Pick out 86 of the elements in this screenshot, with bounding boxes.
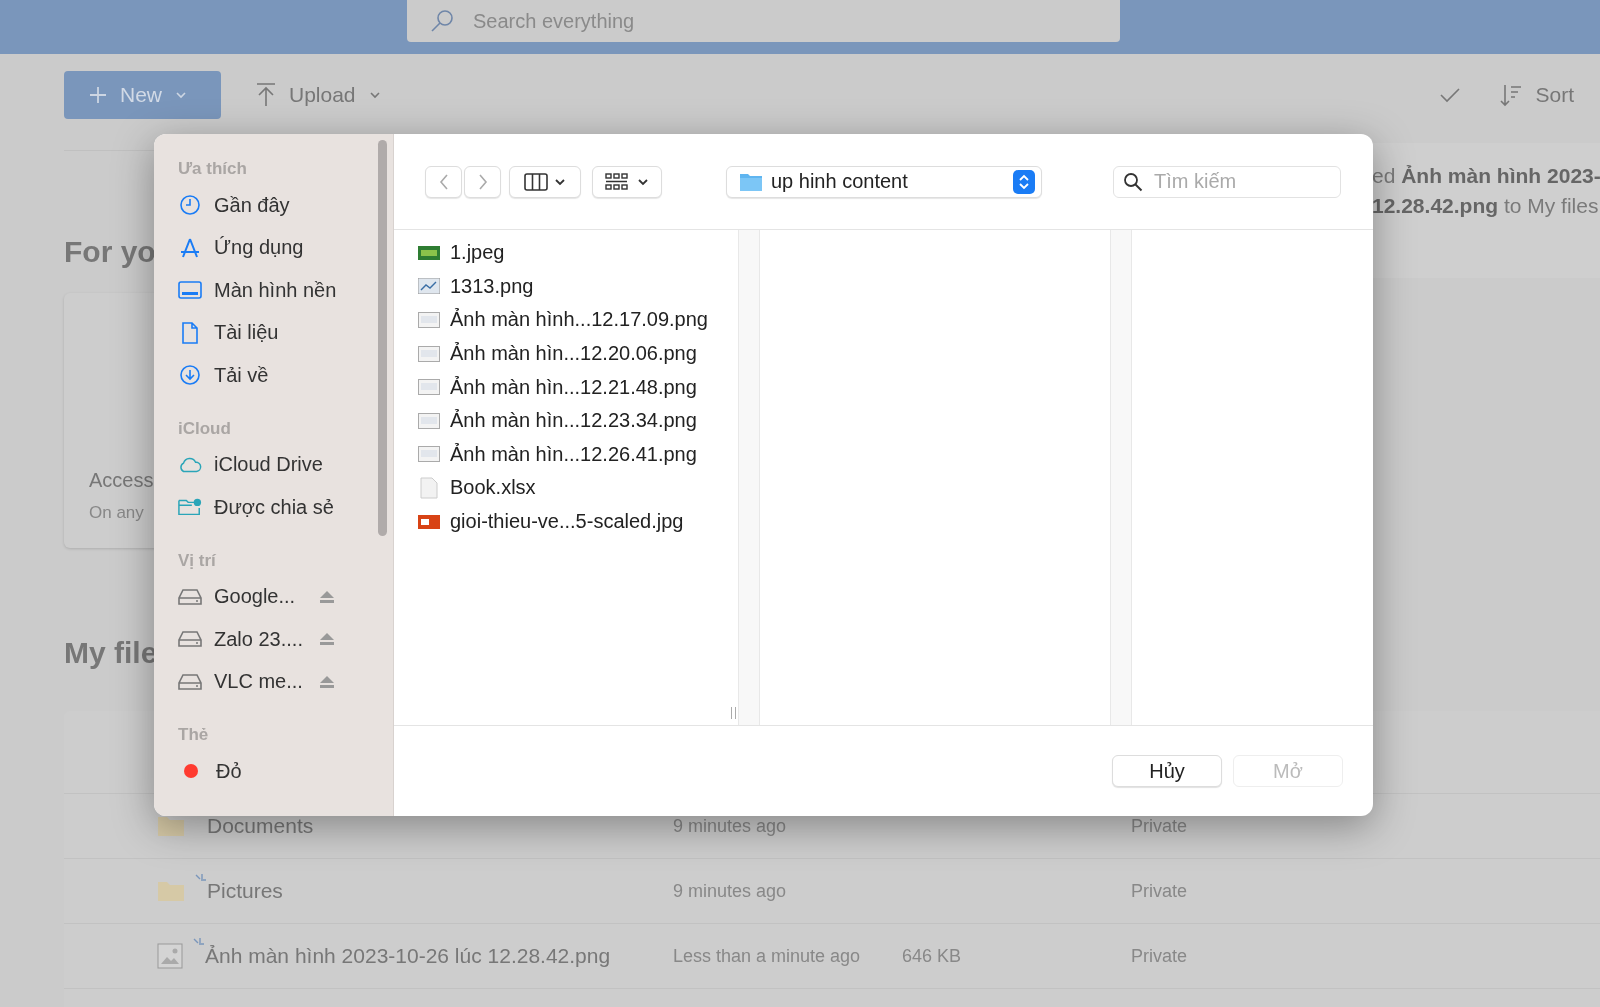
file-size: 646 KB <box>902 945 962 966</box>
document-icon <box>418 476 440 499</box>
sidebar-item[interactable]: Được chia sẻ <box>178 486 393 529</box>
search-field[interactable]: Search everything <box>407 0 1120 42</box>
file-item[interactable]: Book.xlsx <box>418 471 738 505</box>
sidebar-item[interactable]: Ứng dụng <box>178 226 393 269</box>
folder-icon <box>739 171 763 192</box>
scrollbar[interactable] <box>378 140 387 536</box>
clock-icon <box>178 194 202 217</box>
forward-button[interactable] <box>464 165 501 198</box>
screenshot-thumbnail-icon <box>418 446 440 463</box>
card-subtitle: On any <box>89 503 144 523</box>
screenshot-thumbnail-icon <box>418 312 440 328</box>
group-button[interactable] <box>592 165 662 198</box>
sidebar-heading: Thẻ <box>178 724 210 746</box>
file-item[interactable]: Ảnh màn hìn...12.20.06.png <box>418 336 738 371</box>
modified-time: 9 minutes ago <box>673 815 788 837</box>
stepper-icon <box>1013 169 1035 194</box>
slide-thumbnail-icon <box>418 514 440 529</box>
search-field[interactable]: Tìm kiếm <box>1113 165 1341 198</box>
check-icon[interactable] <box>1439 87 1462 103</box>
search-icon <box>1123 171 1143 192</box>
sidebar-heading: Ưa thích <box>178 158 248 180</box>
plus-icon <box>88 85 108 105</box>
file-item[interactable]: 1.jpeg <box>418 236 738 270</box>
desktop-icon <box>178 280 202 301</box>
eject-icon[interactable] <box>319 632 335 647</box>
column-resize-handle[interactable] <box>731 707 736 719</box>
sidebar-item[interactable]: Google... <box>178 575 393 618</box>
view-mode-button[interactable] <box>509 165 581 198</box>
file-item[interactable]: Ảnh màn hìn...12.26.41.png <box>418 437 738 472</box>
screenshot-thumbnail-icon <box>418 379 440 396</box>
columns-icon <box>524 172 548 191</box>
eject-icon[interactable] <box>319 589 335 604</box>
sidebar-item[interactable]: iCloud Drive <box>178 443 393 486</box>
cancel-button[interactable]: Hủy <box>1112 755 1222 787</box>
image-thumbnail-icon <box>418 245 440 260</box>
section-heading: For yo <box>64 235 156 269</box>
drive-icon <box>178 672 202 691</box>
activity-text: 12.28.42.png to My files <box>1371 193 1600 219</box>
column-resize-bar[interactable] <box>1110 230 1132 725</box>
card-title: Access <box>89 469 154 492</box>
folder-icon <box>157 880 185 902</box>
activity-text: ed Ảnh màn hình 2023- <box>1371 163 1600 189</box>
sidebar-item[interactable]: Đỏ <box>178 750 393 793</box>
sidebar-item[interactable]: Gần đây <box>178 184 393 227</box>
cloud-icon <box>178 455 202 474</box>
sharing-status: Private <box>1131 945 1188 967</box>
file-item[interactable]: Ảnh màn hìn...12.21.48.png <box>418 370 738 404</box>
shared-folder-icon <box>178 497 202 518</box>
screenshot-thumbnail-icon <box>418 412 440 429</box>
image-icon <box>157 943 183 969</box>
file-item[interactable]: Ảnh màn hìn...12.23.34.png <box>418 403 738 438</box>
file-item[interactable]: Ảnh màn hình...12.17.09.png <box>418 303 738 337</box>
drive-icon <box>178 630 202 649</box>
sharing-status: Private <box>1131 815 1188 837</box>
chevron-right-icon <box>477 172 488 191</box>
screenshot-thumbnail-icon <box>418 345 440 362</box>
sidebar-item[interactable]: Tài liệu <box>178 311 393 354</box>
sharing-status: Private <box>1131 880 1188 902</box>
back-button[interactable] <box>425 165 462 198</box>
grid-icon <box>605 172 629 191</box>
search-icon <box>429 8 455 34</box>
caret-icon <box>637 176 649 187</box>
sort-icon <box>1499 83 1524 107</box>
sidebar-item[interactable]: Màn hình nền <box>178 269 393 312</box>
file-item[interactable]: gioi-thieu-ve...5-scaled.jpg <box>418 504 738 539</box>
column-resize-bar[interactable] <box>738 230 760 725</box>
caret-icon <box>554 176 566 187</box>
image-thumbnail-icon <box>418 278 440 295</box>
upload-icon <box>255 82 277 108</box>
modified-time: Less than a minute ago <box>673 945 862 967</box>
download-icon <box>178 364 202 387</box>
modified-time: 9 minutes ago <box>673 880 788 902</box>
section-heading: My file <box>64 635 158 671</box>
apps-icon <box>178 236 202 259</box>
eject-icon[interactable] <box>319 674 335 689</box>
sidebar-item[interactable]: VLC me... <box>178 660 393 703</box>
location-popup[interactable]: up hinh content <box>726 165 1042 198</box>
chevron-left-icon <box>438 172 449 191</box>
drive-icon <box>178 587 202 606</box>
file-item[interactable]: 1313.png <box>418 269 738 304</box>
sidebar-heading: iCloud <box>178 417 232 440</box>
sidebar-heading: Vị trí <box>178 549 217 572</box>
sidebar-item[interactable]: Tải về <box>178 354 393 397</box>
sidebar-item[interactable]: Zalo 23.... <box>178 618 393 661</box>
